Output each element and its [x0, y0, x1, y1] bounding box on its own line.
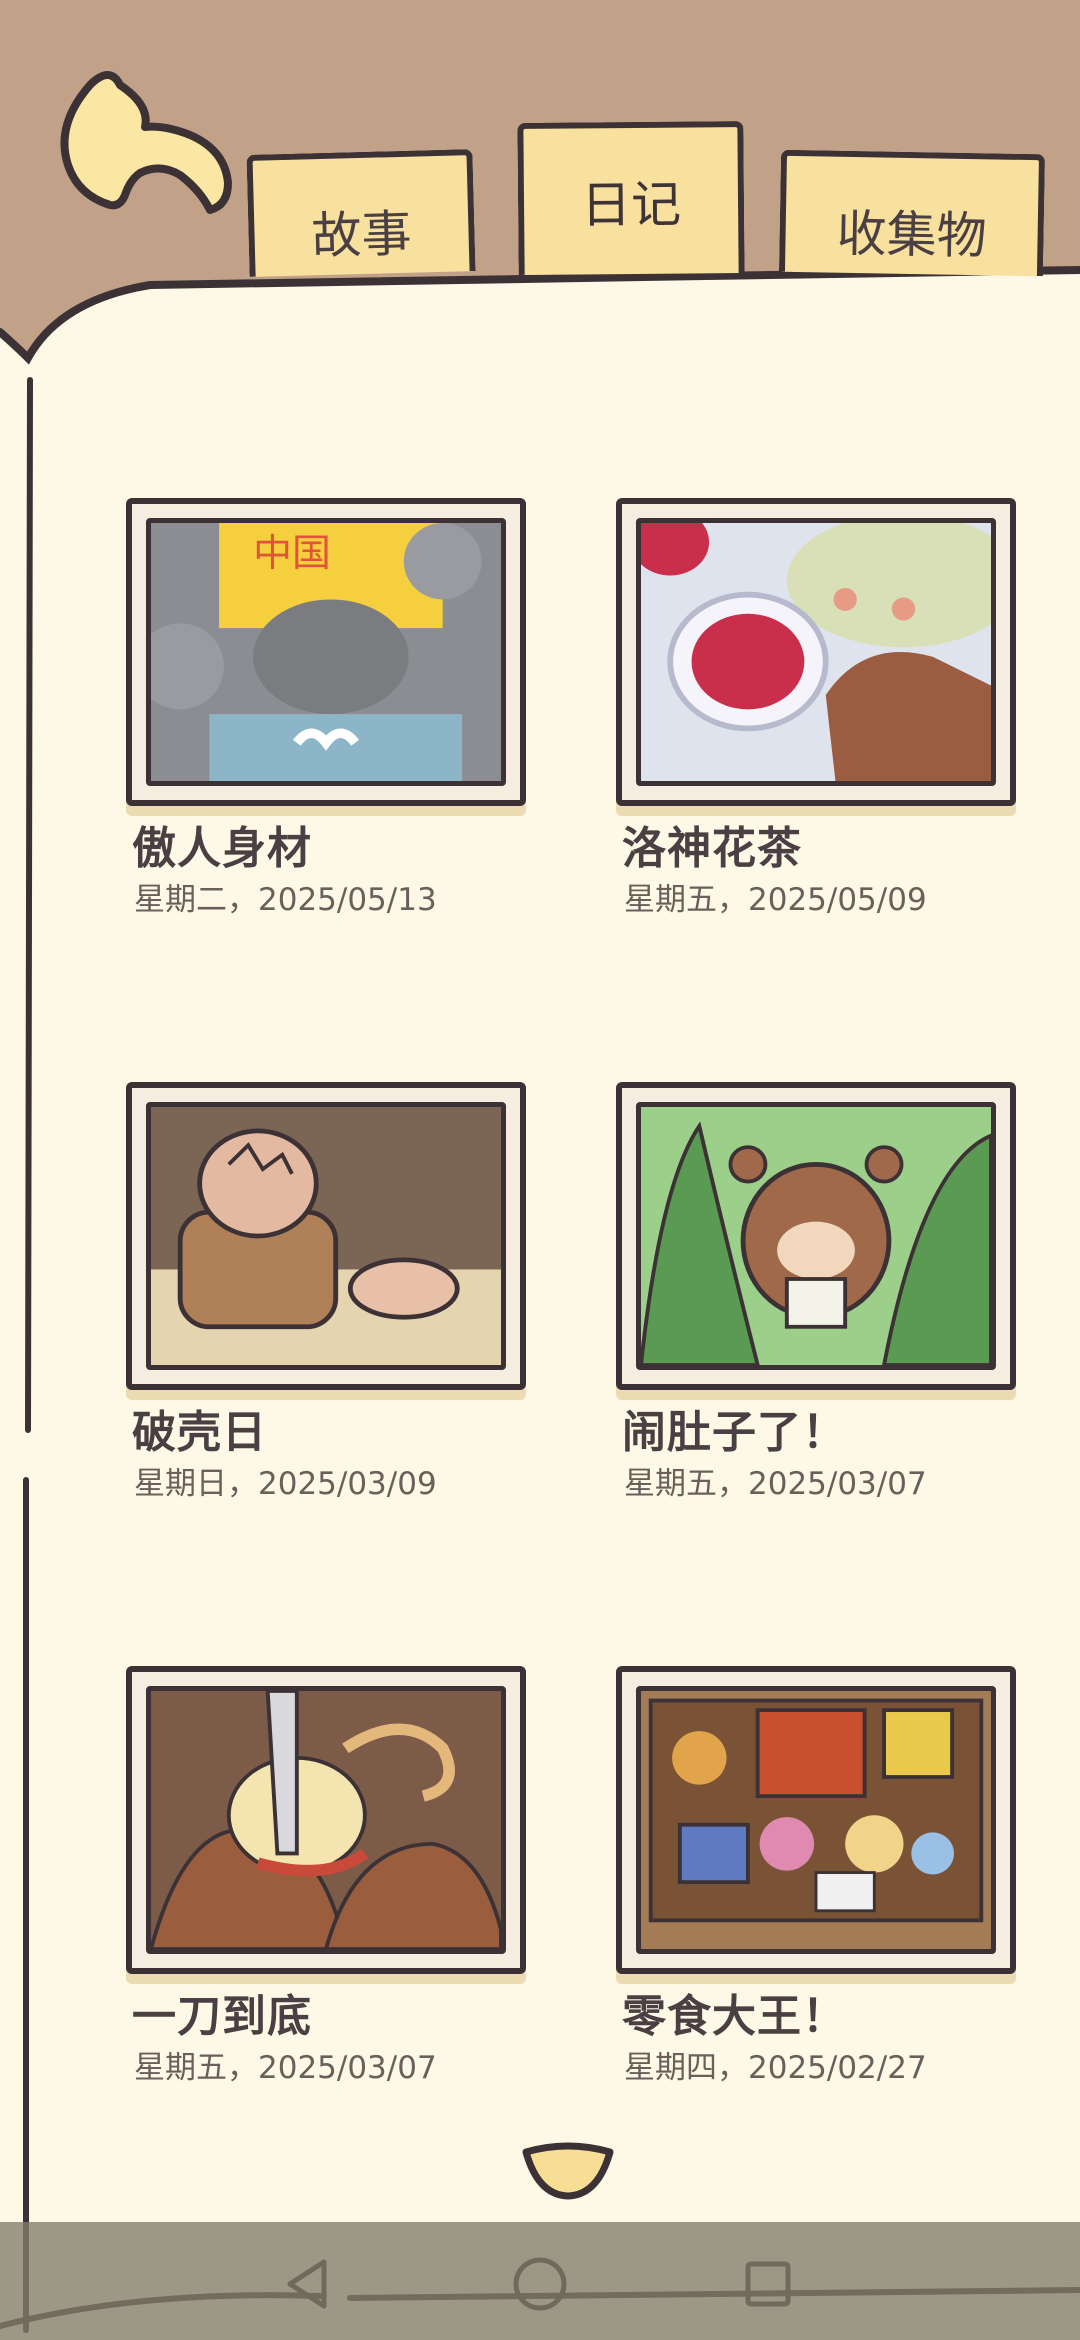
diary-photo	[616, 1666, 1016, 1974]
diary-photo	[126, 1082, 526, 1390]
diary-date: 星期五，2025/03/07	[134, 2050, 437, 2086]
diary-date: 星期四，2025/02/27	[624, 2050, 927, 2086]
diary-photo	[126, 1666, 526, 1974]
diary-date: 星期日，2025/03/09	[134, 1466, 437, 1502]
system-navigation-bar	[0, 2222, 1080, 2340]
nav-home-button[interactable]	[508, 2252, 572, 2316]
diary-photo	[616, 498, 1016, 806]
diary-date: 星期二，2025/05/13	[134, 882, 437, 918]
diary-photo: 中国	[126, 498, 526, 806]
tab-story[interactable]: 故事	[246, 149, 476, 277]
tab-collection-label: 收集物	[836, 204, 988, 266]
diary-title: 零食大王！	[622, 1991, 847, 2042]
diary-date: 星期五，2025/03/07	[624, 1466, 927, 1502]
diary-title: 洛神花茶	[622, 823, 802, 874]
tab-collection[interactable]: 收集物	[778, 149, 1046, 277]
diary-date: 星期五，2025/05/09	[624, 882, 927, 918]
diary-photo	[616, 1082, 1016, 1390]
scroll-down-button[interactable]	[518, 2140, 618, 2202]
tab-diary[interactable]: 日记	[517, 121, 745, 275]
circle-home-icon	[513, 2257, 567, 2311]
triangle-back-icon	[287, 2259, 327, 2309]
back-arrow-icon	[60, 71, 232, 214]
diary-title: 破壳日	[132, 1407, 267, 1458]
diary-title: 傲人身材	[132, 823, 312, 874]
back-button[interactable]	[50, 55, 240, 225]
square-recent-icon	[745, 2261, 791, 2307]
diary-title: 一刀到底	[132, 1991, 312, 2042]
nav-recent-button[interactable]	[736, 2252, 800, 2316]
svg-text:中国: 中国	[253, 531, 331, 576]
nav-back-button[interactable]	[276, 2252, 340, 2316]
diary-title: 闹肚子了！	[622, 1407, 847, 1458]
tab-diary-label: 日记	[580, 175, 682, 235]
chevron-down-icon	[522, 2142, 614, 2200]
tab-story-label: 故事	[310, 204, 413, 266]
